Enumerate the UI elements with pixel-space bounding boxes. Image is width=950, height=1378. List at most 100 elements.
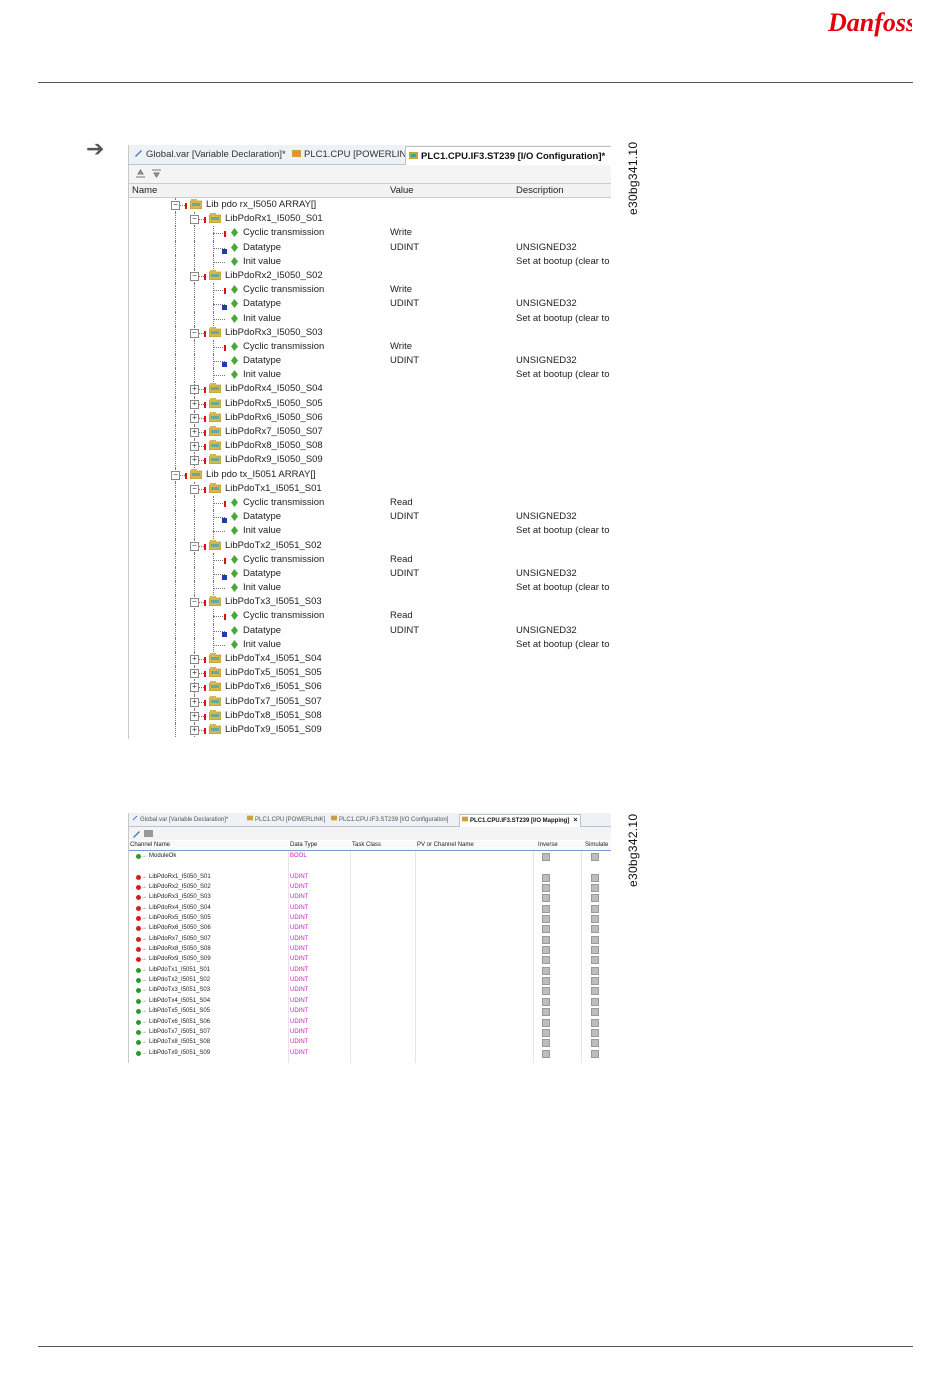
table-row[interactable]: → LibPdoTx6_I5051_S06 UDINT — [129, 1017, 611, 1027]
tree-node[interactable]: − LibPdoRx3_I5050_S03 — [129, 325, 611, 340]
inverse-checkbox[interactable] — [542, 1049, 550, 1058]
table-row[interactable]: → LibPdoTx5_I5051_S05 UDINT — [129, 1006, 611, 1017]
tree-leaf[interactable]: Datatype UDINT UNSIGNED32 — [129, 297, 611, 312]
simulate-checkbox[interactable] — [591, 1039, 599, 1048]
expand-icon[interactable]: + — [190, 711, 199, 721]
tree-node[interactable]: + LibPdoRx8_I5050_S08 — [129, 439, 611, 454]
collapse-icon[interactable]: − — [171, 470, 180, 480]
simulate-checkbox[interactable] — [591, 884, 599, 893]
inverse-checkbox[interactable] — [542, 915, 550, 924]
table-row[interactable]: → LibPdoRx7_I5050_S07 UDINT — [129, 934, 611, 944]
expand-icon[interactable]: + — [190, 399, 199, 409]
tree-leaf[interactable]: Datatype UDINT UNSIGNED32 — [129, 354, 611, 369]
inverse-checkbox[interactable] — [542, 1008, 550, 1017]
inverse-checkbox[interactable] — [542, 946, 550, 955]
inverse-checkbox[interactable] — [542, 1018, 550, 1027]
collapse-icon[interactable]: − — [171, 201, 180, 210]
tree-node[interactable]: + LibPdoTx4_I5051_S04 — [129, 652, 611, 667]
tree-node[interactable]: + LibPdoTx7_I5051_S07 — [129, 694, 611, 709]
collapse-icon[interactable]: − — [190, 271, 199, 281]
tree-leaf[interactable]: Cyclic transmission Write — [129, 226, 611, 241]
tree-node[interactable]: + LibPdoTx5_I5051_S05 — [129, 666, 611, 681]
tree-leaf[interactable]: Init value Set at bootup (clear to pre — [129, 637, 611, 652]
tree-leaf[interactable]: Init value Set at bootup (clear to pre — [129, 581, 611, 596]
tree-leaf[interactable]: Cyclic transmission Write — [129, 339, 611, 355]
grid-icon[interactable] — [144, 829, 153, 838]
tree-node[interactable]: − LibPdoRx1_I5050_S01 — [129, 212, 611, 227]
collapse-icon[interactable]: − — [190, 215, 199, 225]
table-row[interactable]: → LibPdoTx4_I5051_S04 UDINT — [129, 996, 611, 1006]
simulate-checkbox[interactable] — [591, 935, 599, 944]
tree-node[interactable]: + LibPdoRx4_I5050_S04 — [129, 382, 611, 397]
inverse-checkbox[interactable] — [542, 853, 550, 861]
inverse-checkbox[interactable] — [542, 904, 550, 913]
simulate-checkbox[interactable] — [591, 1018, 599, 1027]
inverse-checkbox[interactable] — [542, 1039, 550, 1048]
tree-node[interactable]: + LibPdoTx9_I5051_S09 — [129, 722, 611, 738]
expand-icon[interactable]: + — [190, 683, 199, 693]
simulate-checkbox[interactable] — [591, 956, 599, 965]
parameter-value[interactable]: Read — [390, 553, 413, 567]
collapse-icon[interactable]: − — [190, 541, 199, 551]
tree-leaf[interactable]: Datatype UDINT UNSIGNED32 — [129, 623, 611, 638]
parameter-value[interactable]: UDINT — [390, 567, 419, 581]
inverse-checkbox[interactable] — [542, 925, 550, 934]
tree-leaf[interactable]: Init value Set at bootup (clear to pre — [129, 368, 611, 383]
tab-io-configuration[interactable]: PLC1.CPU.IF3.ST239 [I/O Configuration] — [329, 814, 448, 826]
tree-node[interactable]: − LibPdoRx2_I5050_S02 — [129, 268, 611, 284]
expand-icon[interactable]: + — [190, 655, 199, 664]
tree-node[interactable]: + LibPdoTx8_I5051_S08 — [129, 708, 611, 723]
tree-leaf[interactable]: Datatype UDINT UNSIGNED32 — [129, 566, 611, 582]
parameter-value[interactable]: Read — [390, 609, 413, 623]
table-row[interactable]: → LibPdoTx2_I5051_S02 UDINT — [129, 975, 611, 986]
close-tab-icon[interactable]: × — [573, 817, 577, 824]
tree-node[interactable]: − Lib pdo tx_I5051 ARRAY[] — [129, 467, 611, 482]
simulate-checkbox[interactable] — [591, 894, 599, 903]
column-data-type[interactable]: Data Type — [290, 841, 317, 850]
tree-node[interactable]: − LibPdoTx3_I5051_S03 — [129, 595, 611, 610]
move-up-icon[interactable] — [135, 168, 146, 179]
inverse-checkbox[interactable] — [542, 977, 550, 986]
tree-node[interactable]: − LibPdoTx2_I5051_S02 — [129, 538, 611, 553]
tree-node[interactable]: + LibPdoRx9_I5050_S09 — [129, 453, 611, 468]
simulate-checkbox[interactable] — [591, 1028, 599, 1037]
column-value[interactable]: Value — [390, 184, 414, 197]
parameter-value[interactable]: UDINT — [390, 354, 419, 368]
tab-io-mapping[interactable]: PLC1.CPU.IF3.ST239 [I/O Mapping] × — [459, 814, 582, 827]
tree-node[interactable]: − Lib pdo rx_I5050 ARRAY[] — [129, 198, 611, 213]
tree-leaf[interactable]: Cyclic transmission Read — [129, 552, 611, 567]
parameter-value[interactable]: Read — [390, 496, 413, 510]
parameter-value[interactable]: Write — [390, 283, 412, 297]
inverse-checkbox[interactable] — [542, 997, 550, 1006]
table-row[interactable]: → LibPdoRx3_I5050_S03 UDINT — [129, 892, 611, 903]
column-channel-name[interactable]: Channel Name — [130, 841, 170, 850]
parameter-value[interactable]: Write — [390, 226, 412, 240]
table-row[interactable]: → LibPdoTx3_I5051_S03 UDINT — [129, 985, 611, 996]
expand-icon[interactable]: + — [190, 725, 199, 735]
tree-leaf[interactable]: Cyclic transmission Read — [129, 609, 611, 624]
column-pv-name[interactable]: PV or Channel Name — [417, 841, 474, 850]
column-inverse[interactable]: Inverse — [538, 841, 558, 850]
expand-icon[interactable]: + — [190, 669, 199, 679]
inverse-checkbox[interactable] — [542, 884, 550, 893]
simulate-checkbox[interactable] — [591, 853, 599, 861]
tab-global-var[interactable]: Global.var [Variable Declaration]* — [131, 146, 286, 164]
table-row[interactable]: → LibPdoRx8_I5050_S08 UDINT — [129, 944, 611, 955]
inverse-checkbox[interactable] — [542, 966, 550, 975]
parameter-value[interactable]: UDINT — [390, 241, 419, 255]
tab-global-var[interactable]: Global.var [Variable Declaration]* — [130, 814, 228, 826]
table-row[interactable]: → LibPdoTx1_I5051_S01 UDINT — [129, 965, 611, 975]
table-row[interactable]: → LibPdoRx5_I5050_S05 UDINT — [129, 913, 611, 924]
move-down-icon[interactable] — [151, 168, 162, 179]
tree-leaf[interactable]: Cyclic transmission Read — [129, 495, 611, 511]
simulate-checkbox[interactable] — [591, 987, 599, 996]
parameter-value[interactable]: UDINT — [390, 624, 419, 638]
edit-icon[interactable] — [132, 829, 141, 838]
parameter-value[interactable]: UDINT — [390, 510, 419, 524]
inverse-checkbox[interactable] — [542, 873, 550, 882]
tree-node[interactable]: − LibPdoTx1_I5051_S01 — [129, 481, 611, 496]
tree-node[interactable]: + LibPdoRx6_I5050_S06 — [129, 410, 611, 425]
expand-icon[interactable]: + — [190, 413, 199, 423]
table-row[interactable] — [129, 861, 611, 871]
collapse-icon[interactable]: − — [190, 328, 199, 338]
